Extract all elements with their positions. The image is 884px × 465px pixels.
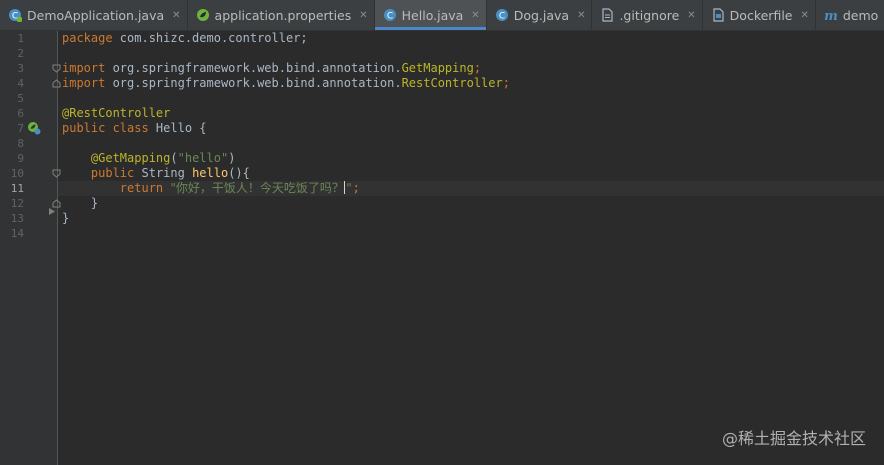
code-line-12: } bbox=[62, 196, 98, 211]
code-line-9: @GetMapping("hello") bbox=[62, 151, 236, 166]
code-punct: ; bbox=[352, 181, 360, 195]
code-line-6: @RestController bbox=[62, 106, 170, 121]
code-line-1: package com.shizc.demo.controller; bbox=[62, 31, 308, 46]
svg-text:C: C bbox=[387, 12, 393, 22]
keyword: package bbox=[62, 31, 113, 45]
code-punct: ) bbox=[228, 151, 236, 165]
code-punct: ; bbox=[502, 76, 510, 90]
keyword: return bbox=[119, 181, 164, 195]
code-text: org.springframework.web.bind.annotation. bbox=[105, 76, 402, 90]
keyword: public bbox=[90, 166, 135, 180]
code-text: String bbox=[134, 166, 193, 180]
code-line-13: } bbox=[62, 211, 69, 226]
tab-label: Dockerfile bbox=[729, 7, 793, 23]
line-number: 14 bbox=[10, 227, 24, 240]
close-icon[interactable]: ✕ bbox=[471, 10, 479, 21]
svg-text:m: m bbox=[824, 9, 838, 22]
code-line-4: import org.springframework.web.bind.anno… bbox=[62, 76, 510, 91]
line-number: 13 bbox=[10, 212, 24, 225]
code-editor[interactable]: package com.shizc.demo.controller; impor… bbox=[58, 31, 884, 465]
spring-bean-gutter-icon[interactable] bbox=[27, 120, 41, 135]
string-literal-end: " bbox=[345, 181, 353, 195]
tab-label: DemoApplication.java bbox=[27, 7, 165, 23]
editor-tab-bar: C DemoApplication.java ✕ application.pro… bbox=[0, 0, 884, 31]
tab-demo-application[interactable]: C DemoApplication.java ✕ bbox=[0, 0, 188, 30]
line-number: 3 bbox=[17, 62, 24, 75]
close-icon[interactable]: ✕ bbox=[359, 10, 367, 21]
line-number: 7 bbox=[17, 122, 24, 135]
tab-dockerfile[interactable]: Dockerfile ✕ bbox=[703, 0, 816, 30]
svg-text:C: C bbox=[499, 12, 505, 22]
line-number: 8 bbox=[17, 137, 24, 150]
code-punct: ( bbox=[170, 151, 178, 165]
tab-label: .gitignore bbox=[619, 7, 680, 23]
line-number: 2 bbox=[17, 47, 24, 60]
code-line-3: import org.springframework.web.bind.anno… bbox=[62, 61, 481, 76]
close-icon[interactable]: ✕ bbox=[687, 10, 695, 21]
tab-application-properties[interactable]: application.properties ✕ bbox=[188, 0, 375, 30]
annotation: @RestController bbox=[62, 106, 171, 120]
keyword: public class bbox=[62, 121, 149, 135]
method-name: hello bbox=[192, 166, 229, 180]
line-number-current: 11 bbox=[10, 182, 24, 195]
keyword: import bbox=[62, 76, 106, 90]
string-literal: "hello" bbox=[177, 151, 229, 165]
code-punct: ; bbox=[473, 61, 482, 75]
line-number-gutter: 1 2 3 4 5 6 7 8 9 10 11 12 13 14 bbox=[0, 31, 61, 465]
code-text: } bbox=[62, 211, 70, 225]
annotation: @GetMapping bbox=[90, 151, 171, 165]
class-reference: GetMapping bbox=[401, 61, 474, 75]
class-reference: RestController bbox=[401, 76, 503, 90]
tab-dog-java[interactable]: C Dog.java ✕ bbox=[487, 0, 593, 30]
close-icon[interactable]: ✕ bbox=[800, 10, 808, 21]
code-text: } bbox=[90, 196, 99, 210]
maven-icon: m bbox=[824, 8, 838, 22]
spring-java-class-icon: C bbox=[8, 8, 22, 22]
text-file-icon bbox=[600, 8, 614, 22]
tab-hello-java[interactable]: C Hello.java ✕ bbox=[374, 0, 487, 30]
java-class-icon: C bbox=[495, 8, 509, 22]
docker-file-icon bbox=[711, 8, 725, 22]
tab-gitignore[interactable]: .gitignore ✕ bbox=[592, 0, 703, 30]
line-number: 10 bbox=[10, 167, 24, 180]
line-number: 6 bbox=[17, 107, 24, 120]
line-number: 9 bbox=[17, 152, 24, 165]
watermark: @稀土掘金技术社区 bbox=[721, 429, 866, 448]
tab-label: Dog.java bbox=[513, 7, 570, 23]
line-number: 5 bbox=[17, 92, 24, 105]
tab-label: application.properties bbox=[214, 7, 352, 23]
code-text: Hello { bbox=[148, 121, 207, 135]
spring-properties-icon bbox=[196, 8, 210, 22]
close-icon[interactable]: ✕ bbox=[172, 10, 180, 21]
line-number: 12 bbox=[10, 197, 24, 210]
code-text: (){ bbox=[228, 166, 250, 180]
java-class-icon: C bbox=[383, 8, 397, 22]
line-number: 1 bbox=[17, 32, 24, 45]
tab-demo-maven[interactable]: m demo ✕ bbox=[816, 0, 884, 30]
line-number: 4 bbox=[17, 77, 24, 90]
string-literal: "你好，干饭人！今天吃饭了吗？ bbox=[170, 181, 344, 195]
code-line-11: return "你好，干饭人！今天吃饭了吗？ "; bbox=[62, 181, 360, 196]
tab-label: demo bbox=[842, 7, 879, 23]
code-text: com.shizc.demo.controller; bbox=[112, 31, 308, 45]
close-icon[interactable]: ✕ bbox=[577, 10, 585, 21]
fold-arrow-icon[interactable] bbox=[48, 207, 57, 216]
code-text: org.springframework.web.bind.annotation. bbox=[105, 61, 402, 75]
tab-label: Hello.java bbox=[401, 7, 464, 23]
code-line-10: public String hello(){ bbox=[62, 166, 250, 181]
code-line-7: public class Hello { bbox=[62, 121, 207, 136]
keyword: import bbox=[62, 61, 106, 75]
